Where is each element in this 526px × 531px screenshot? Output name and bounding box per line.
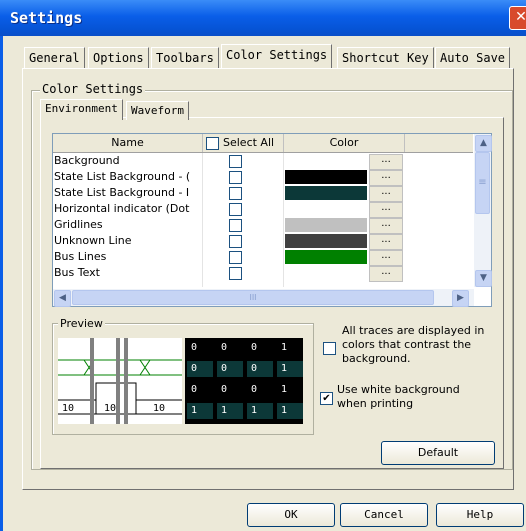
state-value: 0 — [187, 340, 213, 356]
state-value: 0 — [217, 361, 243, 377]
cancel-button[interactable]: Cancel — [340, 503, 428, 527]
title-bar: Settings ✕ — [0, 0, 526, 36]
row-checkbox[interactable] — [229, 171, 242, 184]
state-value: 0 — [187, 382, 213, 398]
scroll-thumb[interactable]: ≡ — [475, 152, 490, 214]
vertical-scrollbar[interactable]: ▲ ≡ ▼ — [474, 134, 492, 287]
window-title: Settings — [10, 9, 83, 27]
row-checkbox[interactable] — [229, 219, 242, 232]
state-value: 1 — [277, 403, 303, 419]
tab-auto-save[interactable]: Auto Save — [435, 47, 511, 68]
state-value: 0 — [247, 382, 273, 398]
color-picker-button[interactable]: ... — [369, 218, 403, 234]
state-value: 1 — [277, 382, 303, 398]
color-picker-button[interactable]: ... — [369, 154, 403, 170]
color-picker-button[interactable]: ... — [369, 250, 403, 266]
table-row[interactable]: State List Background - I... — [53, 185, 473, 202]
color-picker-button[interactable]: ... — [369, 266, 403, 282]
color-swatch[interactable] — [285, 202, 367, 216]
color-picker-button[interactable]: ... — [369, 202, 403, 218]
preview-bus-label: 10 — [153, 403, 165, 414]
window-frame-left — [0, 36, 3, 531]
row-name: Background — [54, 154, 120, 167]
table-row[interactable]: Background... — [53, 153, 473, 170]
row-name: Unknown Line — [54, 234, 132, 247]
header-name[interactable]: Name — [53, 134, 203, 152]
contrast-checkbox[interactable] — [323, 342, 336, 355]
row-checkbox[interactable] — [229, 235, 242, 248]
row-name: State List Background - I — [54, 186, 190, 199]
table-row[interactable]: Bus Text... — [53, 265, 473, 282]
row-name: Horizontal indicator (Dot — [54, 202, 190, 215]
scroll-right-button[interactable]: ▶ — [452, 290, 469, 307]
select-all-label: Select All — [223, 136, 275, 149]
color-swatch[interactable] — [285, 186, 367, 200]
tab-shortcut-key[interactable]: Shortcut Key — [337, 47, 434, 68]
color-swatch[interactable] — [285, 266, 367, 280]
row-checkbox[interactable] — [229, 187, 242, 200]
state-value: 1 — [247, 403, 273, 419]
row-name: State List Background - ( — [54, 170, 191, 183]
row-checkbox[interactable] — [229, 267, 242, 280]
default-button[interactable]: Default — [381, 441, 495, 465]
hscroll-thumb[interactable]: III — [72, 290, 434, 305]
preview-label: Preview — [58, 317, 105, 330]
state-value: 0 — [247, 340, 273, 356]
color-swatch[interactable] — [285, 170, 367, 184]
tab-general[interactable]: General — [24, 47, 85, 68]
state-value: 0 — [187, 361, 213, 377]
state-list-preview: 0001000100011111 — [185, 338, 303, 424]
scroll-up-button[interactable]: ▲ — [475, 135, 492, 152]
color-swatch[interactable] — [285, 154, 367, 168]
header-color[interactable]: Color — [284, 134, 405, 152]
preview-bus-label: 10 — [62, 403, 74, 414]
color-picker-button[interactable]: ... — [369, 186, 403, 202]
state-value: 1 — [277, 361, 303, 377]
table-row[interactable]: Unknown Line... — [53, 233, 473, 250]
select-all-checkbox[interactable] — [206, 137, 219, 150]
ok-button[interactable]: OK — [247, 503, 335, 527]
color-picker-button[interactable]: ... — [369, 234, 403, 250]
color-swatch[interactable] — [285, 234, 367, 248]
waveform-preview: 10 10 10 — [58, 338, 182, 424]
preview-bus-label: 10 — [104, 403, 116, 414]
state-value: 1 — [217, 403, 243, 419]
header-select-all[interactable]: Select All — [203, 134, 284, 152]
state-value: 1 — [187, 403, 213, 419]
color-swatch[interactable] — [285, 218, 367, 232]
row-checkbox[interactable] — [229, 251, 242, 264]
subtab-waveform[interactable]: Waveform — [126, 101, 189, 120]
state-value: 1 — [277, 340, 303, 356]
row-checkbox[interactable] — [229, 203, 242, 216]
state-value: 0 — [217, 340, 243, 356]
tab-toolbars[interactable]: Toolbars — [151, 47, 219, 68]
grid-header: Name Select All Color — [53, 134, 473, 153]
row-name: Bus Lines — [54, 250, 107, 263]
close-button[interactable]: ✕ — [509, 6, 526, 30]
horizontal-scrollbar[interactable]: ◀ III ▶ — [53, 289, 474, 307]
state-value: 0 — [217, 382, 243, 398]
color-picker-button[interactable]: ... — [369, 170, 403, 186]
help-button[interactable]: Help — [436, 503, 524, 527]
table-row[interactable]: Horizontal indicator (Dot... — [53, 201, 473, 218]
contrast-label: All traces are displayed in colors that … — [342, 324, 485, 365]
table-row[interactable]: State List Background - (... — [53, 169, 473, 186]
subtab-environment[interactable]: Environment — [40, 99, 123, 120]
white-bg-checkbox[interactable]: ✔ — [320, 392, 333, 405]
scroll-down-button[interactable]: ▼ — [475, 270, 492, 287]
row-name: Bus Text — [54, 266, 100, 279]
state-value: 0 — [247, 361, 273, 377]
tab-options[interactable]: Options — [88, 47, 149, 68]
table-row[interactable]: Gridlines... — [53, 217, 473, 234]
group-label: Color Settings — [40, 82, 146, 96]
row-name: Gridlines — [54, 218, 103, 231]
color-grid: Name Select All Color Background... State… — [52, 133, 492, 307]
table-row[interactable]: Bus Lines... — [53, 249, 473, 266]
scroll-left-button[interactable]: ◀ — [54, 290, 71, 307]
row-checkbox[interactable] — [229, 155, 242, 168]
white-bg-label: Use white background when printing — [337, 383, 460, 410]
tab-color-settings[interactable]: Color Settings — [221, 44, 333, 68]
color-swatch[interactable] — [285, 250, 367, 264]
